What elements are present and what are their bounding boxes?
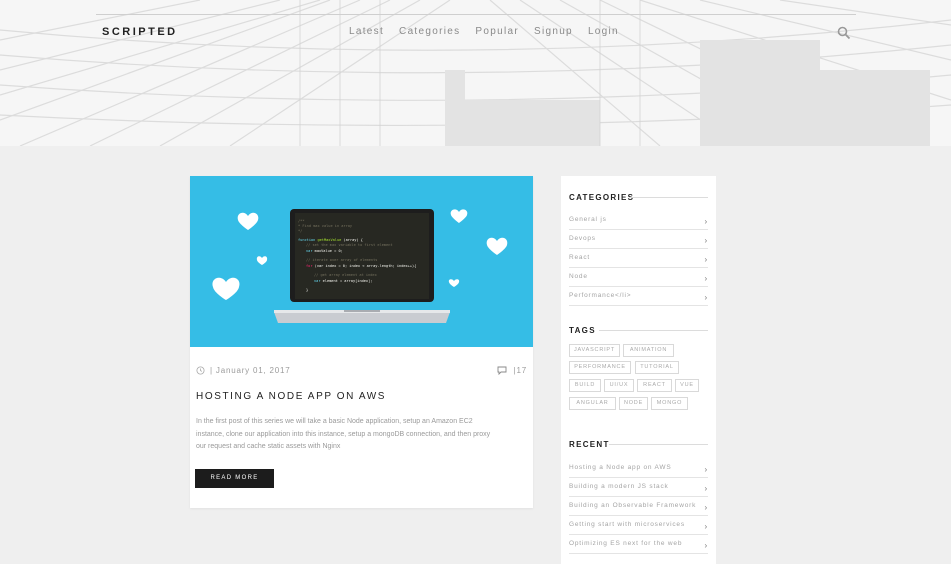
nav-signup[interactable]: Signup [534, 26, 573, 37]
chevron-right-icon: › [704, 503, 708, 512]
category-item[interactable]: Node › [569, 268, 708, 287]
nav-login[interactable]: Login [588, 26, 619, 37]
category-item[interactable]: React › [569, 249, 708, 268]
recent-heading: RECENT [569, 440, 708, 449]
main-nav: Latest Categories Popular Signup Login [349, 26, 634, 37]
nav-popular[interactable]: Popular [475, 26, 519, 37]
tags-heading: TAGS [569, 326, 708, 335]
chevron-right-icon: › [704, 236, 708, 245]
post-date-text: January 01, 2017 [215, 366, 291, 375]
search-icon[interactable] [837, 26, 851, 40]
svg-text:// iterate over array of eleme: // iterate over array of elements [306, 258, 377, 262]
recent-label: Hosting a Node app on AWS [569, 464, 672, 471]
hero-header: SCRIPTED Latest Categories Popular Signu… [0, 0, 951, 146]
post-meta: | January 01, 2017 |17 [196, 365, 527, 379]
recent-divider [609, 444, 708, 445]
tag-node[interactable]: NODE [619, 397, 648, 410]
clock-icon [196, 366, 205, 375]
tag-javascript[interactable]: JAVASCRIPT [569, 344, 620, 357]
recent-label: Getting start with microservices [569, 521, 685, 528]
tag-mongo[interactable]: MONGO [651, 397, 688, 410]
post-excerpt: In the first post of this series we will… [196, 418, 491, 450]
recent-item[interactable]: Optimizing ES next for the web › [569, 535, 708, 554]
site-logo[interactable]: SCRIPTED [102, 26, 178, 38]
recent-item[interactable]: Building an Observable Framework › [569, 497, 708, 516]
tag-animation[interactable]: ANIMATION [623, 344, 674, 357]
tag-vue[interactable]: VUE [675, 379, 699, 392]
recent-label: Optimizing ES next for the web [569, 540, 683, 547]
bridge-cables-illustration [0, 0, 951, 146]
tag-uiux[interactable]: UI/UX [604, 379, 634, 392]
svg-text:// get array element at index: // get array element at index [314, 273, 378, 277]
category-label: General js [569, 216, 607, 223]
post-featured-image[interactable]: /** * Find max value in array */ functio… [190, 176, 533, 347]
svg-text:// set the max variable to fir: // set the max variable to first element [306, 243, 393, 247]
chevron-right-icon: › [704, 484, 708, 493]
tag-angular[interactable]: ANGULAR [569, 397, 616, 410]
tag-build[interactable]: BUILD [569, 379, 601, 392]
comment-count-text: 17 [516, 366, 527, 375]
laptop-code-illustration: /** * Find max value in array */ functio… [212, 209, 508, 323]
categories-list: General js › Devops › React › Node › Perform… [569, 211, 708, 306]
svg-text:var element = array[index];: var element = array[index]; [314, 279, 372, 283]
category-label: Performance</li> [569, 292, 632, 299]
comment-icon[interactable] [497, 366, 507, 375]
post-date: | January 01, 2017 [210, 366, 291, 375]
recent-label: Building a modern JS stack [569, 483, 669, 490]
chevron-right-icon: › [704, 522, 708, 531]
category-item[interactable]: General js › [569, 211, 708, 230]
svg-text:/**: /** [298, 219, 305, 223]
category-label: Node [569, 273, 588, 280]
chevron-right-icon: › [704, 217, 708, 226]
chevron-right-icon: › [704, 274, 708, 283]
category-label: React [569, 254, 590, 261]
chevron-right-icon: › [704, 255, 708, 264]
recent-item[interactable]: Building a modern JS stack › [569, 478, 708, 497]
tags-divider [599, 330, 708, 331]
chevron-right-icon: › [704, 293, 708, 302]
tag-react[interactable]: REACT [637, 379, 672, 392]
tag-tutorial[interactable]: TUTORIAL [635, 361, 679, 374]
post-title[interactable]: HOSTING A NODE APP ON AWS [196, 391, 386, 402]
svg-text:function getMaxValue (array) {: function getMaxValue (array) { [298, 238, 363, 242]
comment-count[interactable]: |17 [514, 366, 527, 375]
svg-text:for (var index = 0; index < ar: for (var index = 0; index < array.length… [306, 264, 416, 268]
post-card: /** * Find max value in array */ functio… [190, 176, 533, 508]
recent-list: Hosting a Node app on AWS › Building a mo… [569, 459, 708, 554]
nav-categories[interactable]: Categories [399, 26, 460, 37]
recent-item[interactable]: Hosting a Node app on AWS › [569, 459, 708, 478]
chevron-right-icon: › [704, 541, 708, 550]
svg-text:}: } [306, 288, 308, 292]
category-item[interactable]: Performance</li> › [569, 287, 708, 306]
header-divider [96, 14, 856, 15]
category-label: Devops [569, 235, 596, 242]
categories-divider [629, 197, 708, 198]
recent-label: Building an Observable Framework [569, 502, 697, 509]
svg-text:var maxValue = 0;: var maxValue = 0; [306, 249, 343, 253]
category-item[interactable]: Devops › [569, 230, 708, 249]
tag-performance[interactable]: PERFORMANCE [569, 361, 631, 374]
read-more-button[interactable]: READ MORE [195, 469, 274, 488]
sidebar: CATEGORIES General js › Devops › React › No… [561, 176, 716, 564]
categories-heading-text: CATEGORIES [569, 193, 635, 202]
recent-item[interactable]: Getting start with microservices › [569, 516, 708, 535]
recent-heading-text: RECENT [569, 440, 610, 449]
svg-text:*/: */ [298, 229, 302, 233]
chevron-right-icon: › [704, 465, 708, 474]
tags-heading-text: TAGS [569, 326, 596, 335]
nav-latest[interactable]: Latest [349, 26, 384, 37]
categories-heading: CATEGORIES [569, 193, 708, 202]
svg-text:* Find max value in array: * Find max value in array [298, 224, 353, 228]
